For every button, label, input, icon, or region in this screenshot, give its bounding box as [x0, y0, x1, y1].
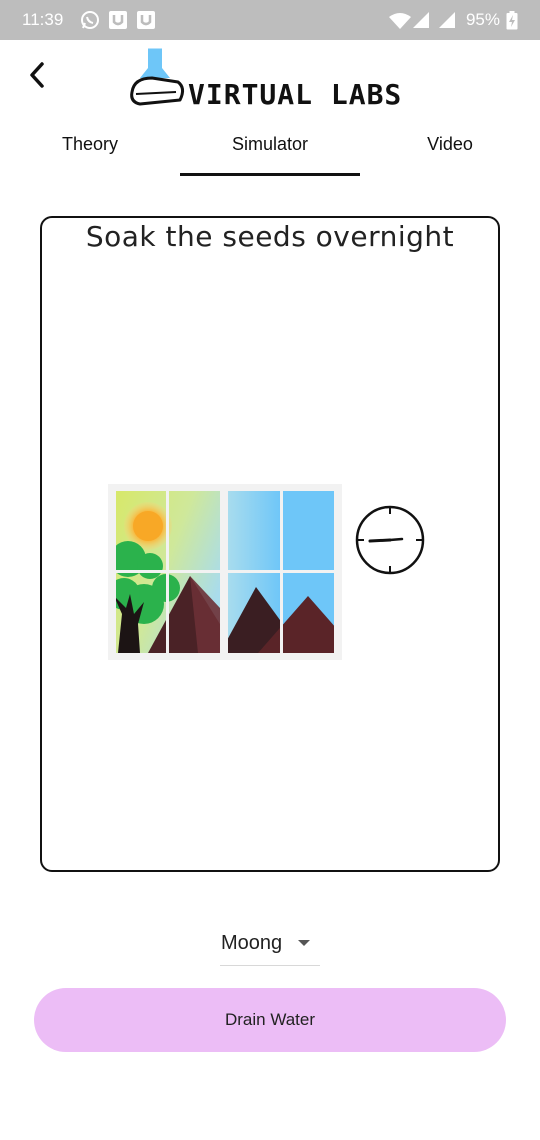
dropdown-arrow-icon [298, 940, 310, 946]
tab-simulator[interactable]: Simulator [180, 128, 360, 174]
simulator-step-title: Soak the seeds overnight [85, 220, 455, 253]
tab-bar: Theory Simulator Video [0, 128, 540, 178]
status-time: 11:39 [22, 10, 64, 29]
signal-icon [439, 12, 455, 28]
tab-video[interactable]: Video [360, 128, 540, 174]
u-app-icon [137, 11, 155, 29]
wifi-icon [389, 13, 411, 29]
logo-text: VIRTUAL LABS [188, 78, 403, 111]
back-button[interactable] [20, 58, 54, 92]
seed-select-value: Moong [221, 932, 283, 954]
active-tab-indicator [180, 173, 360, 176]
window-scene [108, 484, 342, 660]
clock-icon [355, 505, 425, 575]
mobile-signal-icon [413, 12, 429, 28]
drain-water-button[interactable]: Drain Water [34, 988, 506, 1052]
status-bar: 11:39 95% [0, 0, 540, 40]
virtual-labs-logo: VIRTUAL LABS [128, 48, 428, 111]
flask-icon [130, 48, 185, 106]
u-app-icon [109, 11, 127, 29]
whatsapp-icon [81, 11, 99, 29]
tab-theory[interactable]: Theory [0, 128, 180, 174]
battery-percent: 95% [465, 10, 500, 29]
simulator-panel: Soak the seeds overnight [40, 216, 500, 872]
seed-select-dropdown[interactable]: Moong [220, 924, 320, 966]
battery-charging-icon [506, 11, 518, 30]
